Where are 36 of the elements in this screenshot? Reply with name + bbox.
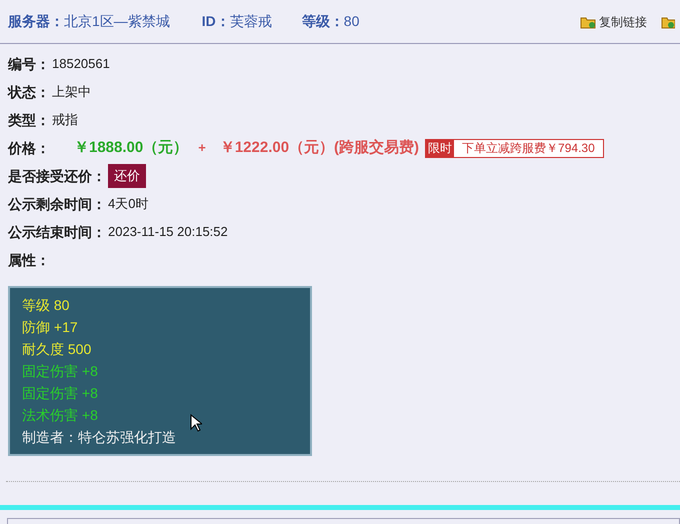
field-label: ID： [202, 12, 230, 31]
field-label: 公示结束时间： [8, 222, 106, 242]
field-label: 服务器： [8, 12, 64, 31]
attribute-line: 防御 +17 [22, 318, 78, 337]
counter-offer-button[interactable]: 还价 [108, 164, 146, 188]
cursor-icon [190, 414, 202, 432]
field-value: 上架中 [52, 83, 91, 102]
field-label: 等级： [302, 12, 344, 31]
field-label: 价格： [8, 138, 50, 158]
server-name: 北京1区—紫禁城 [64, 12, 170, 31]
promo-tag: 限时 [426, 140, 454, 156]
price: ￥1888.00（元） [74, 138, 188, 158]
promo-text: 下单立减跨服费￥794.30 [454, 140, 603, 156]
field-label: 属性： [8, 250, 50, 270]
folder-icon[interactable] [661, 14, 675, 28]
folder-icon[interactable] [580, 14, 596, 28]
level-value: 80 [344, 12, 360, 31]
field-label: 状态： [8, 82, 50, 102]
field-value: 18520561 [52, 55, 110, 74]
field-value: 戒指 [52, 111, 78, 130]
plus-sign: + [198, 139, 206, 158]
field-value: 2023-11-15 20:15:52 [108, 223, 228, 242]
copy-link[interactable]: 复制链接 [599, 12, 647, 30]
attribute-line: 固定伤害 +8 [22, 384, 98, 403]
attribute-line: 等级 80 [22, 296, 70, 315]
attribute-line: 固定伤害 +8 [22, 362, 98, 381]
field-value: 4天0时 [108, 195, 148, 214]
item-id: 芙蓉戒 [230, 12, 272, 31]
field-label: 类型： [8, 110, 50, 130]
attribute-line: 法术伤害 +8 [22, 406, 98, 425]
cross-server-fee: ￥1222.00（元）(跨服交易费) [220, 138, 420, 158]
field-label: 是否接受还价： [8, 166, 106, 186]
field-label: 编号： [8, 54, 50, 74]
attribute-line: 制造者：特仑苏强化打造 [22, 428, 176, 447]
field-label: 公示剩余时间： [8, 194, 106, 214]
attribute-line: 耐久度 500 [22, 340, 92, 359]
